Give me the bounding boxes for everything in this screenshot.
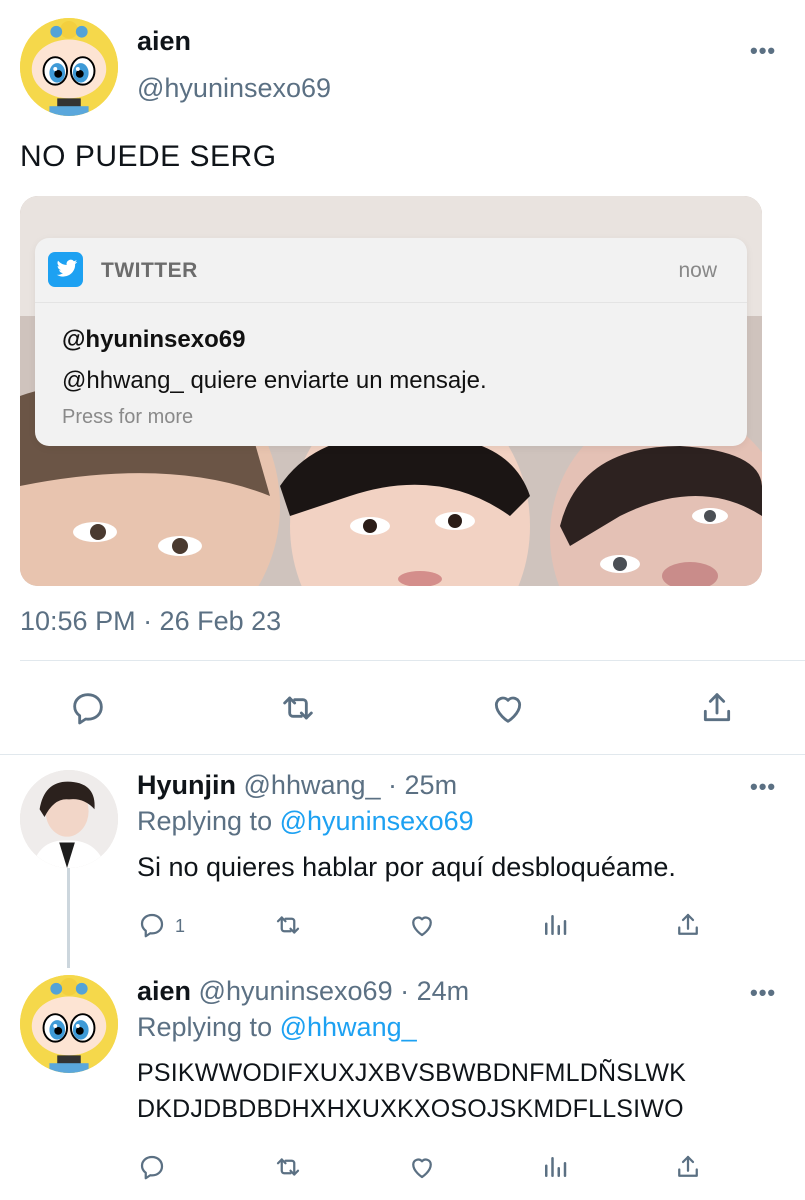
reply-count: 1: [175, 916, 186, 936]
replying-label: Replying to: [137, 806, 273, 836]
retweet-icon[interactable]: [273, 1152, 303, 1182]
notification-app-name: TWITTER: [101, 259, 198, 282]
share-icon[interactable]: [697, 688, 737, 728]
mention-link[interactable]: @hyuninsexo69: [280, 806, 474, 836]
more-options-icon[interactable]: •••: [750, 980, 776, 1006]
tweet-timestamp[interactable]: 10:56 PM · 26 Feb 23: [20, 606, 281, 637]
display-name[interactable]: aien: [137, 976, 191, 1006]
notification-body: @hhwang_ quiere enviarte un mensaje.: [62, 367, 487, 394]
reply-icon[interactable]: [68, 688, 108, 728]
share-icon[interactable]: [673, 1152, 703, 1182]
notification-hint: Press for more: [62, 406, 194, 428]
retweet-icon[interactable]: [278, 688, 318, 728]
replying-to: Replying to @hyuninsexo69: [137, 806, 474, 837]
reply-text-line-1: PSIKWWODIFXUXJXBVSBWBDNFMLDÑSLWK: [137, 1059, 687, 1087]
avatar[interactable]: [20, 975, 118, 1073]
reply-icon[interactable]: [137, 910, 167, 940]
replying-to: Replying to @hhwang_: [137, 1012, 417, 1043]
reply-text-line-2: DKDJDBDBDHXHXUXKXOSOJSKMDFLLSIWO: [137, 1095, 684, 1123]
analytics-icon[interactable]: [540, 910, 570, 940]
analytics-icon[interactable]: [540, 1152, 570, 1182]
replying-label: Replying to: [137, 1012, 273, 1042]
like-icon[interactable]: [407, 1152, 437, 1182]
avatar[interactable]: [20, 18, 118, 116]
reply-header: aien @hyuninsexo69 · 24m: [137, 976, 469, 1007]
powerpuff-avatar-icon: [20, 18, 118, 116]
hyunjin-avatar-icon: [20, 770, 118, 868]
notification-time: now: [678, 259, 717, 282]
display-name[interactable]: Hyunjin: [137, 770, 236, 800]
retweet-icon[interactable]: [273, 910, 303, 940]
mention-link[interactable]: @hhwang_: [280, 1012, 417, 1042]
like-icon[interactable]: [407, 910, 437, 940]
more-options-icon[interactable]: •••: [750, 38, 776, 64]
notification-header: TWITTER now: [35, 238, 747, 303]
user-handle[interactable]: @hhwang_: [244, 770, 381, 800]
twitter-bird-icon: [48, 252, 83, 287]
thread-line: [67, 868, 70, 968]
more-options-icon[interactable]: •••: [750, 774, 776, 800]
user-handle[interactable]: @hyuninsexo69: [199, 976, 393, 1006]
user-handle[interactable]: @hyuninsexo69: [137, 73, 331, 104]
divider: [20, 660, 805, 661]
avatar[interactable]: [20, 770, 118, 868]
push-notification[interactable]: TWITTER now @hyuninsexo69 @hhwang_ quier…: [35, 238, 747, 446]
display-name[interactable]: aien: [137, 26, 191, 57]
divider: [0, 754, 805, 755]
reply-time[interactable]: · 25m: [388, 770, 457, 800]
tweet-text: NO PUEDE SERG: [20, 140, 277, 173]
notification-title: @hyuninsexo69: [62, 326, 246, 353]
powerpuff-avatar-icon: [20, 975, 118, 1073]
share-icon[interactable]: [673, 910, 703, 940]
reply-time[interactable]: · 24m: [400, 976, 469, 1006]
reply-icon[interactable]: [137, 1152, 167, 1182]
reply-text: Si no quieres hablar por aquí desbloquéa…: [137, 852, 676, 882]
reply-header: Hyunjin @hhwang_ · 25m: [137, 770, 457, 801]
like-icon[interactable]: [488, 688, 528, 728]
